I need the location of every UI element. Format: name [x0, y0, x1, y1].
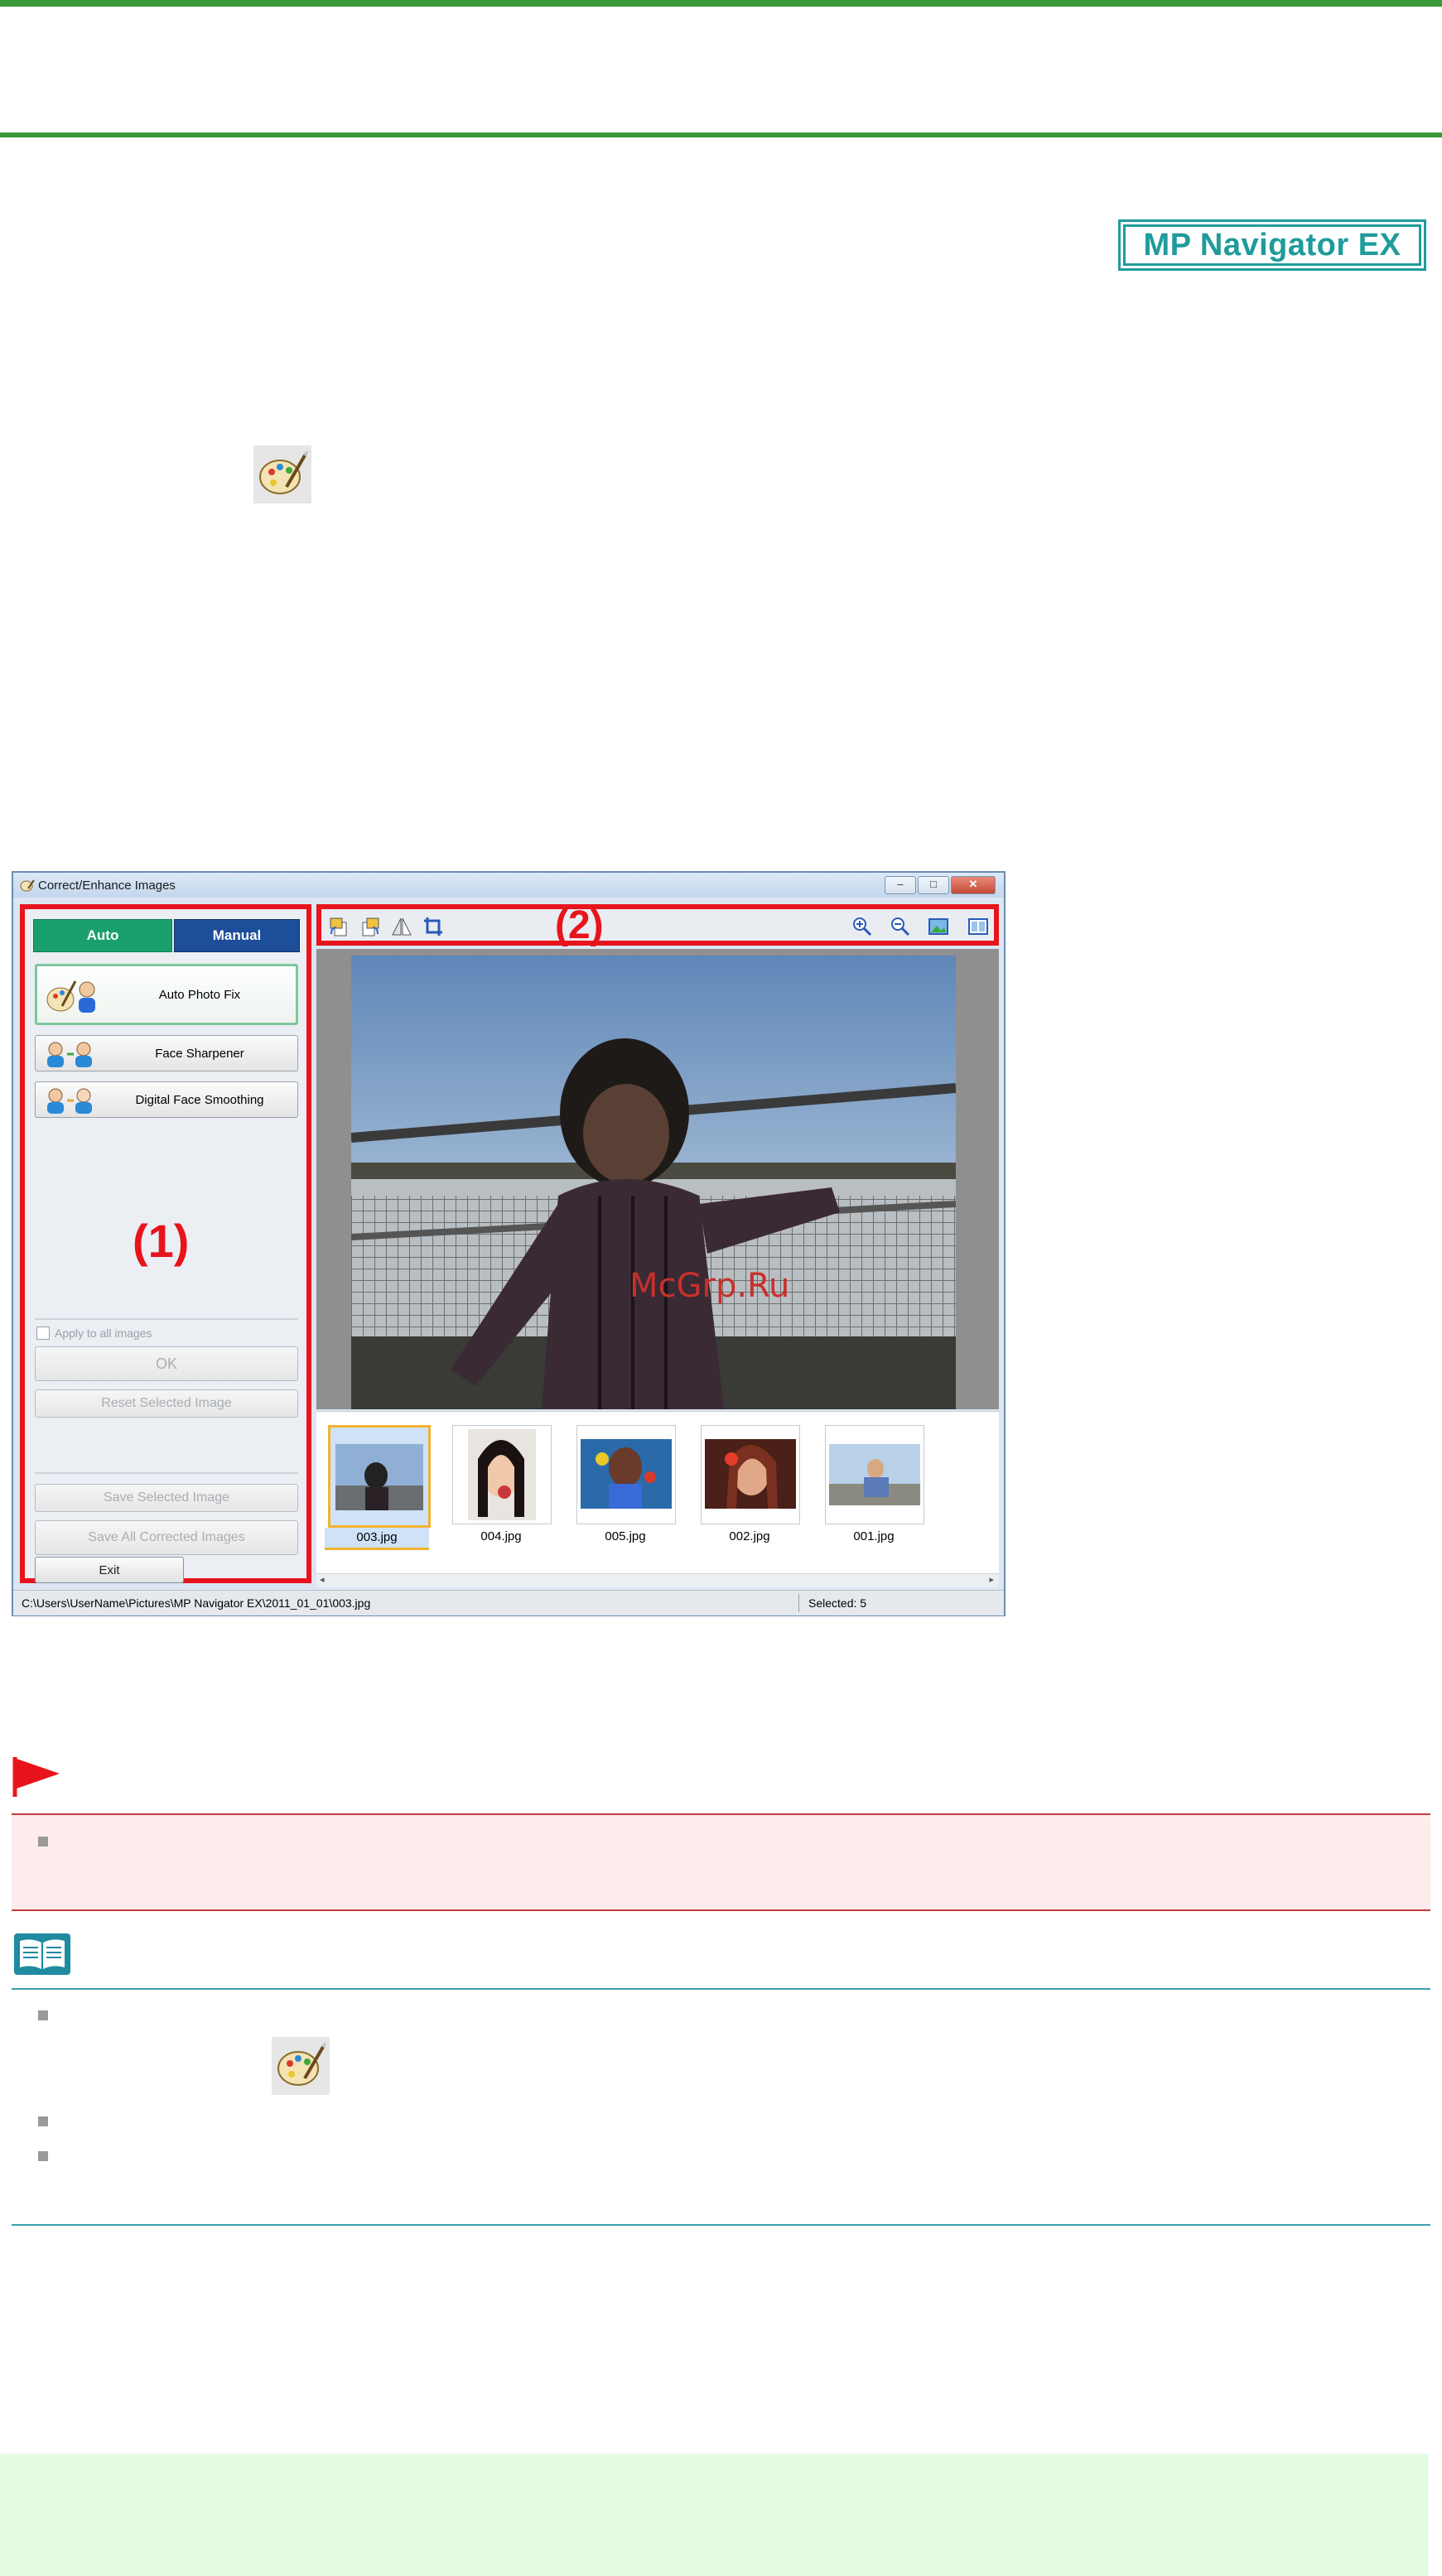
checkbox-box[interactable]: [36, 1327, 50, 1340]
status-bar: C:\Users\UserName\Pictures\MP Navigator …: [13, 1590, 1004, 1615]
app-window: Correct/Enhance Images – □ ✕ Auto Manual…: [12, 871, 1006, 1616]
thumbnail-item[interactable]: 002.jpg: [697, 1422, 802, 1549]
apply-to-all-label: Apply to all images: [55, 1327, 152, 1340]
image-toolbar: (2): [316, 903, 999, 947]
compare-icon[interactable]: [967, 916, 989, 937]
digital-face-smoothing-label: Digital Face Smoothing: [135, 1092, 264, 1107]
thumbnail-image: [701, 1425, 800, 1524]
callout-1: (1): [133, 1215, 190, 1267]
thumbnail-item[interactable]: 001.jpg: [822, 1422, 926, 1549]
palette-icon: [253, 445, 311, 503]
minimize-button[interactable]: –: [885, 876, 916, 894]
correction-panel: Auto Manual Auto Photo Fix Face Sharpene…: [20, 904, 311, 1583]
horizontal-scrollbar[interactable]: ◂ ▸: [316, 1573, 999, 1587]
save-selected-image-button[interactable]: Save Selected Image: [35, 1484, 298, 1512]
auto-photo-fix-label: Auto Photo Fix: [158, 987, 241, 1002]
status-path: C:\Users\UserName\Pictures\MP Navigator …: [22, 1596, 371, 1610]
auto-photo-fix-button[interactable]: Auto Photo Fix: [35, 964, 298, 1025]
digital-face-smoothing-button[interactable]: Digital Face Smoothing: [35, 1081, 298, 1118]
scroll-left-icon[interactable]: ◂: [320, 1574, 325, 1585]
thumbnail-item[interactable]: 005.jpg: [573, 1422, 678, 1549]
auto-photo-fix-icon: [46, 980, 95, 1013]
product-badge: MP Navigator EX: [1118, 219, 1426, 271]
face-sharpener-icon: [47, 1042, 92, 1067]
title-bar: Correct/Enhance Images – □ ✕: [13, 873, 1004, 898]
thumbnail-label: 003.jpg: [325, 1528, 429, 1550]
window-title: Correct/Enhance Images: [38, 878, 176, 893]
important-rule: [12, 1909, 1430, 1911]
bullet: [38, 2116, 48, 2126]
thumbnail-item[interactable]: 004.jpg: [449, 1422, 553, 1549]
face-sharpener-label: Face Sharpener: [155, 1046, 244, 1061]
watermark: McGrp.Ru: [629, 1267, 790, 1305]
thumbnail-label: 004.jpg: [480, 1529, 522, 1543]
divider: [35, 1472, 298, 1474]
face-sharpener-button[interactable]: Face Sharpener: [35, 1035, 298, 1071]
app-icon: [20, 879, 35, 892]
reset-selected-image-button[interactable]: Reset Selected Image: [35, 1389, 298, 1418]
tab-manual[interactable]: Manual: [174, 919, 300, 952]
header-rule: [0, 132, 1442, 137]
thumbnail-strip: 003.jpg 004.jpg 005.jpg 002.jpg 001.jpg: [316, 1411, 999, 1574]
thumbnail-item[interactable]: 003.jpg: [325, 1422, 431, 1550]
note-rule: [12, 2224, 1430, 2226]
status-selected-count: Selected: 5: [808, 1596, 867, 1610]
crop-icon[interactable]: [422, 916, 444, 937]
red-flag-icon: [12, 1757, 60, 1797]
preview-area: [316, 949, 999, 1409]
callout-2: (2): [555, 903, 604, 947]
rotate-left-icon[interactable]: [328, 916, 350, 937]
thumbnail-image: [328, 1425, 431, 1528]
zoom-out-icon[interactable]: [890, 916, 911, 937]
divider: [35, 1318, 298, 1320]
thumbnail-image: [576, 1425, 676, 1524]
open-book-icon: [14, 1933, 70, 1975]
thumbnail-label: 002.jpg: [729, 1529, 770, 1543]
rotate-right-icon[interactable]: [359, 916, 381, 937]
exit-button[interactable]: Exit: [35, 1557, 184, 1583]
full-screen-icon[interactable]: [928, 916, 949, 937]
flip-icon[interactable]: [391, 916, 412, 937]
thumbnail-label: 005.jpg: [605, 1529, 646, 1543]
apply-to-all-checkbox[interactable]: Apply to all images: [36, 1327, 152, 1340]
note-rule: [12, 1988, 1430, 1990]
footer-box: [0, 2453, 1429, 2576]
important-box: [12, 1815, 1430, 1909]
top-rule: [0, 0, 1442, 7]
preview-photo: [351, 956, 956, 1409]
save-all-corrected-images-button[interactable]: Save All Corrected Images: [35, 1520, 298, 1555]
tab-auto[interactable]: Auto: [33, 919, 172, 952]
bullet: [38, 2010, 48, 2020]
thumbnail-label: 001.jpg: [853, 1529, 895, 1543]
digital-face-smoothing-icon: [47, 1088, 92, 1114]
maximize-button[interactable]: □: [918, 876, 949, 894]
palette-icon: [272, 2037, 330, 2095]
scroll-right-icon[interactable]: ▸: [989, 1574, 994, 1585]
close-button[interactable]: ✕: [951, 876, 996, 894]
status-divider: [798, 1594, 799, 1612]
bullet: [38, 1837, 48, 1847]
zoom-in-icon[interactable]: [851, 916, 873, 937]
thumbnail-image: [825, 1425, 924, 1524]
ok-button[interactable]: OK: [35, 1346, 298, 1381]
thumbnail-image: [452, 1425, 552, 1524]
bullet: [38, 2151, 48, 2161]
